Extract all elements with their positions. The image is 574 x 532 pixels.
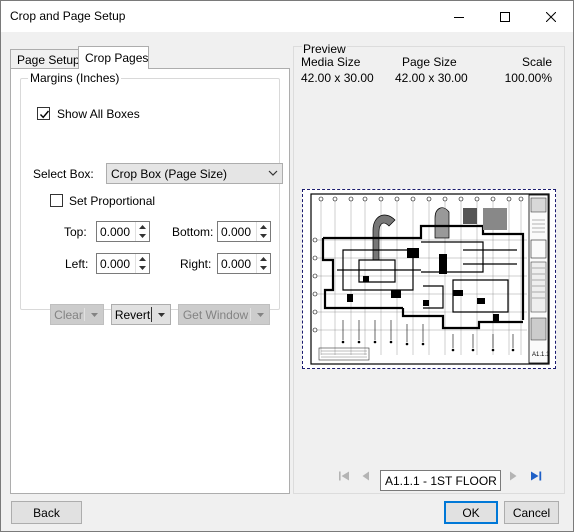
clear-label: Clear (54, 307, 83, 322)
title-bar: Crop and Page Setup (1, 1, 573, 32)
next-page-icon (510, 471, 517, 481)
first-page-icon (339, 471, 349, 481)
revert-button[interactable]: Revert (111, 304, 171, 325)
triangle-down-icon (139, 233, 146, 238)
back-label: Back (33, 505, 60, 520)
right-increment-button[interactable] (257, 254, 270, 263)
left-increment-button[interactable] (136, 254, 149, 263)
ok-label: OK (462, 505, 480, 520)
bottom-spinner[interactable]: 0.000 (217, 221, 271, 242)
close-icon (546, 11, 556, 22)
preview-title: Preview (302, 42, 347, 56)
top-spinner[interactable]: 0.000 (96, 221, 150, 242)
maximize-icon (500, 11, 510, 22)
get-window-button-main[interactable]: Get Window (179, 305, 252, 324)
media-size-value: 42.00 x 30.00 (301, 71, 374, 85)
tab-page-setup[interactable]: Page Setup (10, 49, 80, 68)
triangle-down-icon (139, 265, 146, 270)
top-label: Top: (64, 225, 87, 239)
triangle-down-icon (256, 312, 264, 317)
tab-label: Crop Pages (85, 51, 149, 65)
right-spinner[interactable]: 0.000 (217, 253, 271, 274)
previous-page-button[interactable] (358, 468, 374, 484)
triangle-up-icon (139, 256, 146, 261)
left-value: 0.000 (100, 257, 131, 271)
page-size-value: 42.00 x 30.00 (395, 71, 468, 85)
right-value: 0.000 (221, 257, 252, 271)
crop-page-setup-dialog: Crop and Page Setup Page Setup Crop Page… (0, 0, 574, 532)
minimize-button[interactable] (436, 1, 482, 32)
get-window-button[interactable]: Get Window (178, 304, 270, 325)
triangle-down-icon (157, 312, 165, 317)
triangle-down-icon (260, 265, 267, 270)
revert-label: Revert (114, 307, 151, 322)
checkmark-icon (39, 110, 50, 119)
last-page-button[interactable] (528, 468, 544, 484)
top-decrement-button[interactable] (136, 231, 149, 240)
set-proportional-label: Set Proportional (69, 194, 156, 208)
triangle-up-icon (260, 256, 267, 261)
triangle-down-icon (90, 312, 98, 317)
sheet-number-label: A1.1.1 (532, 352, 550, 358)
preview-panel: Preview Media Size Page Size Scale 42.00… (293, 42, 565, 494)
tab-label: Page Setup (17, 53, 80, 67)
back-button[interactable]: Back (11, 501, 82, 524)
top-increment-button[interactable] (136, 222, 149, 231)
ok-button[interactable]: OK (444, 501, 498, 524)
chevron-down-icon (268, 170, 278, 176)
floor-plan-thumbnail: A1.1.1 (310, 193, 550, 365)
top-value: 0.000 (100, 225, 131, 239)
margins-group: Margins (Inches) Show All Boxes Select B… (20, 71, 283, 310)
clear-dropdown-button[interactable] (85, 305, 103, 324)
right-decrement-button[interactable] (257, 263, 270, 272)
clear-button[interactable]: Clear (50, 304, 104, 325)
set-proportional-checkbox[interactable] (50, 194, 63, 207)
select-box-dropdown[interactable]: Crop Box (Page Size) (106, 163, 283, 184)
scale-value: 100.00% (504, 71, 552, 85)
bottom-value: 0.000 (221, 225, 252, 239)
select-box-value: Crop Box (Page Size) (111, 167, 228, 181)
page-name-field[interactable]: A1.1.1 - 1ST FLOOR PL (380, 470, 501, 491)
settings-panel: Page Setup Crop Pages Margins (Inches) S… (10, 46, 290, 494)
minimize-icon (454, 16, 464, 18)
get-window-label: Get Window (182, 307, 249, 322)
show-all-boxes-label: Show All Boxes (57, 107, 140, 121)
cancel-button[interactable]: Cancel (504, 501, 559, 524)
bottom-decrement-button[interactable] (257, 231, 270, 240)
page-name-value: A1.1.1 - 1ST FLOOR PL (385, 474, 500, 488)
tab-crop-pages[interactable]: Crop Pages (78, 46, 149, 69)
clear-button-main[interactable]: Clear (51, 305, 86, 324)
left-decrement-button[interactable] (136, 263, 149, 272)
bottom-increment-button[interactable] (257, 222, 270, 231)
margins-group-title: Margins (Inches) (28, 71, 122, 85)
previous-page-icon (362, 471, 369, 481)
triangle-down-icon (260, 233, 267, 238)
revert-dropdown-button[interactable] (152, 305, 170, 324)
page-size-label: Page Size (402, 55, 457, 69)
get-window-dropdown-button[interactable] (251, 305, 269, 324)
window-title: Crop and Page Setup (10, 9, 126, 23)
media-size-label: Media Size (301, 55, 361, 69)
crop-pages-tab-body: Margins (Inches) Show All Boxes Select B… (10, 68, 290, 494)
revert-button-main[interactable]: Revert (112, 305, 153, 324)
bottom-label: Bottom: (172, 225, 214, 239)
triangle-up-icon (139, 224, 146, 229)
maximize-button[interactable] (482, 1, 528, 32)
next-page-button[interactable] (505, 468, 521, 484)
page-preview: A1.1.1 (302, 189, 556, 369)
triangle-up-icon (260, 224, 267, 229)
show-all-boxes-checkbox[interactable] (37, 107, 50, 120)
cancel-label: Cancel (512, 505, 551, 520)
close-button[interactable] (528, 1, 574, 32)
left-label: Left: (65, 257, 89, 271)
first-page-button[interactable] (336, 468, 352, 484)
right-label: Right: (180, 257, 212, 271)
last-page-icon (531, 471, 542, 481)
left-spinner[interactable]: 0.000 (96, 253, 150, 274)
select-box-label: Select Box: (33, 167, 94, 181)
scale-label: Scale (521, 55, 552, 69)
